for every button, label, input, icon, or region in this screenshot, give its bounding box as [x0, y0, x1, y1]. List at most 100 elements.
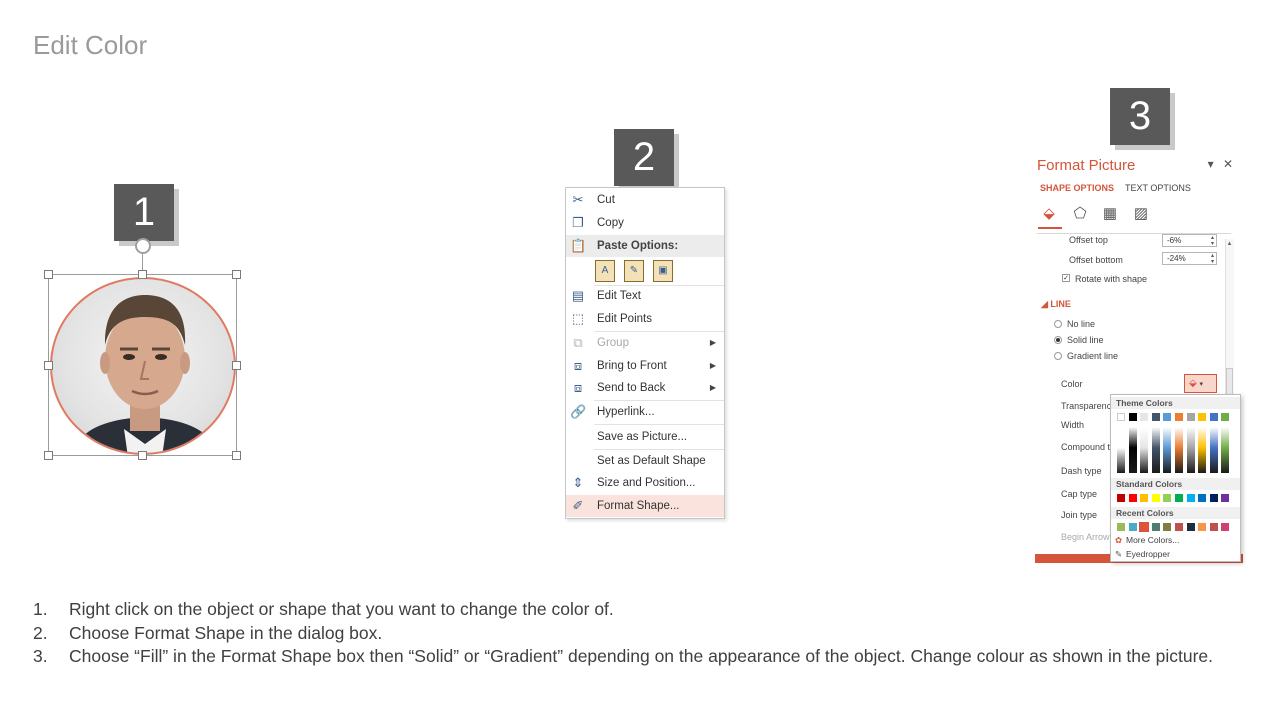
resize-handle-e[interactable]: [232, 361, 241, 370]
menu-item-bring-to-front[interactable]: ⧈ Bring to Front ▶: [566, 355, 724, 377]
menu-item-copy[interactable]: ❐ Copy: [566, 212, 724, 234]
menu-item-cut[interactable]: ✂ Cut: [566, 189, 724, 211]
recent-color-swatch[interactable]: [1209, 523, 1218, 531]
standard-color-swatch[interactable]: [1151, 494, 1160, 502]
menu-item-group: ⧉ Group ▶: [566, 332, 724, 354]
theme-color-swatch[interactable]: [1163, 413, 1172, 421]
theme-color-swatch[interactable]: [1221, 413, 1230, 421]
standard-color-swatch[interactable]: [1186, 494, 1195, 502]
menu-item-hyperlink[interactable]: 🔗 Hyperlink...: [566, 401, 724, 423]
theme-color-swatch[interactable]: [1117, 413, 1125, 421]
pane-controls: ▾ ✕: [1208, 157, 1233, 171]
instruction-item: 1. Right click on the object or shape th…: [33, 598, 1263, 622]
menu-item-save-as-picture[interactable]: Save as Picture...: [566, 426, 724, 448]
offset-top-field[interactable]: -6% ▴ ▾: [1162, 234, 1217, 247]
recent-color-swatch[interactable]: [1221, 523, 1230, 531]
menu-item-format-shape[interactable]: ✐ Format Shape...: [566, 495, 724, 517]
resize-handle-sw[interactable]: [44, 451, 53, 460]
recent-color-swatch[interactable]: [1117, 523, 1125, 531]
eyedropper-item[interactable]: ✎ Eyedropper: [1115, 549, 1170, 560]
menu-item-label: Hyperlink...: [597, 406, 655, 418]
theme-color-swatch[interactable]: [1186, 413, 1195, 421]
theme-color-shade-column[interactable]: [1186, 427, 1195, 473]
theme-color-shade-column[interactable]: [1209, 427, 1218, 473]
theme-color-shade-column[interactable]: [1198, 427, 1207, 473]
standard-color-swatch[interactable]: [1221, 494, 1230, 502]
standard-color-swatch[interactable]: [1117, 494, 1125, 502]
close-icon[interactable]: ✕: [1223, 157, 1233, 171]
theme-color-shade-column[interactable]: [1128, 427, 1137, 473]
theme-color-shade-column[interactable]: [1163, 427, 1172, 473]
menu-item-edit-text[interactable]: ▤ Edit Text: [566, 285, 724, 307]
theme-color-swatch[interactable]: [1198, 413, 1207, 421]
standard-color-swatch[interactable]: [1140, 494, 1149, 502]
chevron-down-icon: ▾: [1199, 381, 1203, 388]
no-line-radio[interactable]: [1054, 320, 1062, 328]
theme-color-swatch[interactable]: [1209, 413, 1218, 421]
theme-colors-header: Theme Colors: [1111, 397, 1240, 409]
spinner-arrows-icon[interactable]: ▴ ▾: [1211, 253, 1214, 265]
paste-picture-icon[interactable]: ▣: [653, 260, 673, 282]
resize-handle-ne[interactable]: [232, 270, 241, 279]
line-color-button[interactable]: ⬙ ▾: [1184, 374, 1217, 393]
rotation-handle[interactable]: [135, 238, 151, 254]
gradient-line-radio[interactable]: [1054, 352, 1062, 360]
tab-shape-options[interactable]: SHAPE OPTIONS: [1040, 183, 1114, 193]
theme-color-shade-column[interactable]: [1221, 427, 1230, 473]
menu-item-send-to-back[interactable]: ⧈ Send to Back ▶: [566, 377, 724, 399]
resize-handle-n[interactable]: [138, 270, 147, 279]
resize-handle-s[interactable]: [138, 451, 147, 460]
portrait-photo[interactable]: [50, 277, 236, 455]
effects-icon[interactable]: ⬠: [1071, 205, 1089, 223]
theme-color-swatch[interactable]: [1128, 413, 1137, 421]
active-tab-indicator: [1038, 227, 1062, 229]
recent-color-swatch[interactable]: [1139, 522, 1150, 532]
resize-handle-se[interactable]: [232, 451, 241, 460]
recent-color-swatch[interactable]: [1163, 523, 1172, 531]
menu-item-label: Cut: [597, 194, 615, 206]
recent-color-swatch[interactable]: [1151, 523, 1160, 531]
hyperlink-icon: 🔗: [570, 404, 587, 419]
pane-options-dropdown-icon[interactable]: ▾: [1208, 157, 1214, 171]
standard-color-swatch[interactable]: [1175, 494, 1183, 502]
theme-color-swatch[interactable]: [1175, 413, 1183, 421]
resize-handle-nw[interactable]: [44, 270, 53, 279]
recent-color-swatch[interactable]: [1198, 523, 1207, 531]
recent-color-swatch[interactable]: [1175, 523, 1183, 531]
slide-title: Edit Color: [33, 30, 148, 60]
line-section-header[interactable]: ◢ LINE: [1041, 299, 1071, 310]
menu-item-size-and-position[interactable]: ⇕ Size and Position...: [566, 472, 724, 494]
theme-color-shade-column[interactable]: [1117, 427, 1125, 473]
paste-keep-formatting-icon[interactable]: A: [595, 260, 615, 282]
recent-color-swatch[interactable]: [1128, 523, 1137, 531]
theme-color-swatch[interactable]: [1151, 413, 1160, 421]
offset-top-label: Offset top: [1069, 235, 1108, 245]
size-properties-icon[interactable]: ▦: [1101, 205, 1119, 223]
resize-handle-w[interactable]: [44, 361, 53, 370]
instruction-text: Choose Format Shape in the dialog box.: [69, 622, 383, 643]
theme-color-shade-column[interactable]: [1140, 427, 1149, 473]
picture-icon[interactable]: ▨: [1132, 205, 1150, 223]
more-colors-item[interactable]: ✿ More Colors...: [1115, 535, 1179, 546]
bring-to-front-icon: ⧈: [573, 358, 583, 373]
fill-line-icon[interactable]: ⬙: [1040, 205, 1058, 223]
theme-color-swatch[interactable]: [1140, 413, 1149, 421]
spinner-arrows-icon[interactable]: ▴ ▾: [1211, 235, 1214, 247]
offset-bottom-field[interactable]: -24% ▴ ▾: [1162, 252, 1217, 265]
paste-use-destination-icon[interactable]: ✎: [624, 260, 644, 282]
solid-line-radio[interactable]: [1054, 336, 1062, 344]
standard-color-swatch[interactable]: [1128, 494, 1137, 502]
scroll-up-icon[interactable]: ▲: [1225, 239, 1234, 249]
menu-item-edit-points[interactable]: ⬚ Edit Points: [566, 308, 724, 330]
rotate-with-shape-checkbox[interactable]: ✓: [1062, 274, 1070, 282]
cap-type-label: Cap type: [1061, 489, 1098, 499]
recent-color-swatch[interactable]: [1186, 523, 1195, 531]
pane-title: Format Picture: [1037, 157, 1136, 174]
standard-color-swatch[interactable]: [1198, 494, 1207, 502]
tab-text-options[interactable]: TEXT OPTIONS: [1125, 183, 1191, 193]
theme-color-shade-column[interactable]: [1175, 427, 1183, 473]
standard-color-swatch[interactable]: [1209, 494, 1218, 502]
menu-item-set-default-shape[interactable]: Set as Default Shape: [566, 450, 724, 472]
theme-color-shade-column[interactable]: [1151, 427, 1160, 473]
standard-color-swatch[interactable]: [1163, 494, 1172, 502]
